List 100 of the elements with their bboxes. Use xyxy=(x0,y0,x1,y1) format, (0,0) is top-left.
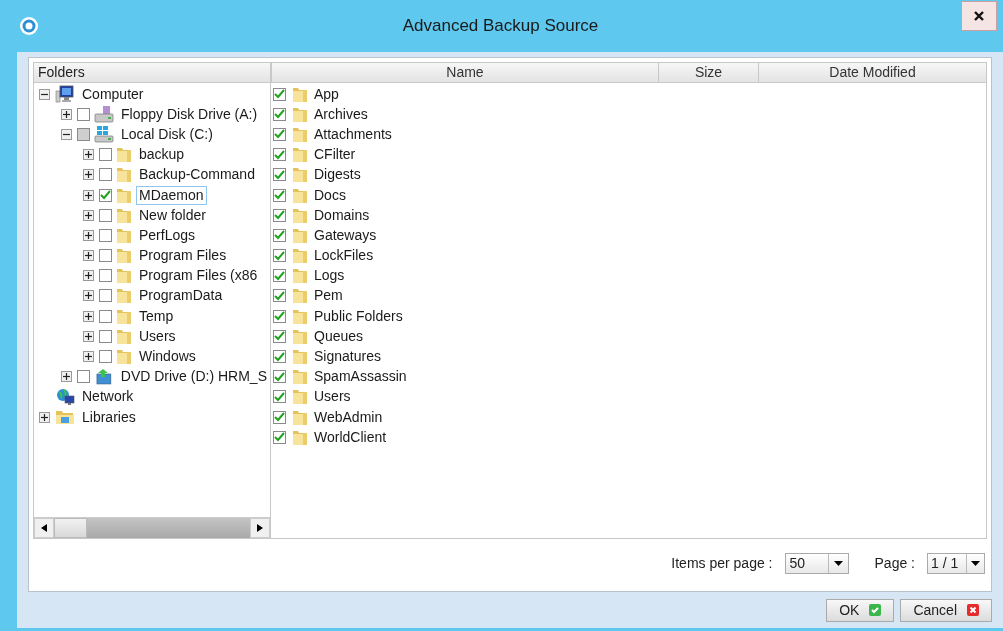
file-name[interactable]: Queues xyxy=(314,325,364,347)
tree-item[interactable]: Backup-Command xyxy=(136,165,258,185)
expand-toggle[interactable] xyxy=(83,270,94,282)
folder-icon xyxy=(292,85,308,103)
folder-icon xyxy=(292,408,308,426)
file-name[interactable]: Logs xyxy=(314,265,345,287)
expand-toggle[interactable] xyxy=(83,229,94,241)
expand-toggle[interactable] xyxy=(83,290,94,302)
checkbox[interactable] xyxy=(99,289,112,303)
file-name[interactable]: Users xyxy=(314,386,351,408)
file-name[interactable]: Domains xyxy=(314,204,370,226)
checkbox[interactable] xyxy=(77,107,90,121)
checkbox[interactable] xyxy=(273,269,286,283)
ok-button[interactable]: OK xyxy=(826,598,895,622)
checkbox[interactable] xyxy=(273,309,286,323)
tree-item[interactable]: Computer xyxy=(79,84,147,104)
scroll-left-button[interactable] xyxy=(34,518,54,538)
tree-item[interactable]: MDaemon xyxy=(136,185,207,205)
checkbox[interactable] xyxy=(273,370,286,384)
checkbox[interactable] xyxy=(99,208,112,222)
tree-item[interactable]: PerfLogs xyxy=(136,225,199,245)
checkbox[interactable] xyxy=(273,107,286,121)
tree-item[interactable]: Floppy Disk Drive (A:) xyxy=(118,104,261,124)
expand-toggle[interactable] xyxy=(61,371,72,383)
checkbox[interactable] xyxy=(99,269,112,283)
tree-item[interactable]: Local Disk (C:) xyxy=(118,124,216,144)
file-name[interactable]: Docs xyxy=(314,184,346,206)
checkbox[interactable] xyxy=(273,410,286,424)
expand-toggle[interactable] xyxy=(61,108,72,120)
checkbox[interactable] xyxy=(273,430,286,444)
tree-item[interactable]: DVD Drive (D:) HRM_S xyxy=(117,367,270,387)
column-header[interactable]: Date Modified xyxy=(829,62,916,83)
checkbox[interactable] xyxy=(99,228,112,242)
checkbox[interactable] xyxy=(77,370,90,384)
expand-toggle[interactable] xyxy=(83,250,94,262)
checkbox[interactable] xyxy=(99,309,112,323)
checkbox[interactable] xyxy=(99,249,112,263)
tree-item[interactable]: New folder xyxy=(136,205,209,225)
close-button[interactable] xyxy=(961,1,997,31)
scroll-right-button[interactable] xyxy=(250,518,270,538)
file-name[interactable]: Pem xyxy=(314,285,343,307)
expand-toggle[interactable] xyxy=(83,310,94,322)
checkbox[interactable] xyxy=(99,168,112,182)
expand-toggle[interactable] xyxy=(83,209,94,221)
file-name[interactable]: Signatures xyxy=(314,346,381,368)
file-name[interactable]: WorldClient xyxy=(314,426,387,448)
file-name[interactable]: Archives xyxy=(314,103,368,125)
checkbox[interactable] xyxy=(273,87,286,101)
checkbox[interactable] xyxy=(99,188,112,202)
page-dropdown[interactable]: 1 / 1 xyxy=(927,552,985,574)
checkbox[interactable] xyxy=(273,127,286,141)
checkbox[interactable] xyxy=(273,148,286,162)
checkbox[interactable] xyxy=(77,127,90,141)
checkbox[interactable] xyxy=(273,350,286,364)
checkbox[interactable] xyxy=(99,350,112,364)
checkbox[interactable] xyxy=(273,329,286,343)
file-name[interactable]: CFilter xyxy=(314,144,356,166)
checkbox[interactable] xyxy=(273,289,286,303)
column-header[interactable]: Size xyxy=(694,62,723,83)
folder-icon xyxy=(292,125,308,143)
expand-toggle[interactable] xyxy=(83,189,94,201)
tree-item[interactable]: backup xyxy=(136,145,188,165)
checkbox[interactable] xyxy=(273,228,286,242)
tree-item[interactable]: ProgramData xyxy=(136,286,226,306)
file-name[interactable]: SpamAssassin xyxy=(314,366,407,388)
checkbox[interactable] xyxy=(273,208,286,222)
tree-item[interactable]: Network xyxy=(79,387,137,407)
file-name[interactable]: Public Folders xyxy=(314,305,403,327)
file-name[interactable]: Attachments xyxy=(314,123,392,145)
expand-toggle[interactable] xyxy=(83,149,94,161)
tree-item[interactable]: Temp xyxy=(136,306,177,326)
column-header[interactable]: Name xyxy=(446,62,484,83)
cancel-button[interactable]: Cancel xyxy=(900,598,992,622)
expand-toggle[interactable] xyxy=(39,411,50,423)
file-name[interactable]: App xyxy=(314,83,339,105)
checkbox[interactable] xyxy=(273,249,286,263)
tree-item[interactable]: Users xyxy=(136,326,179,346)
expand-toggle[interactable] xyxy=(83,351,94,363)
checkbox[interactable] xyxy=(99,329,112,343)
items-per-page-dropdown[interactable]: 50 xyxy=(784,552,849,574)
file-name[interactable]: Digests xyxy=(314,164,361,186)
tree-item[interactable]: Libraries xyxy=(79,407,139,427)
close-icon xyxy=(967,604,979,616)
scrollbar-thumb[interactable] xyxy=(54,518,87,538)
file-name[interactable]: Gateways xyxy=(314,224,377,246)
collapse-toggle[interactable] xyxy=(61,128,72,140)
tree-item[interactable]: Program Files xyxy=(136,246,230,266)
checkbox[interactable] xyxy=(99,148,112,162)
checkbox[interactable] xyxy=(273,168,286,182)
checkbox[interactable] xyxy=(273,188,286,202)
tree-item[interactable]: Program Files (x86 xyxy=(136,266,261,286)
collapse-toggle[interactable] xyxy=(39,88,50,100)
expand-toggle[interactable] xyxy=(83,330,94,342)
file-name[interactable]: WebAdmin xyxy=(314,406,383,428)
expand-toggle[interactable] xyxy=(83,169,94,181)
checkbox[interactable] xyxy=(273,390,286,404)
file-name[interactable]: LockFiles xyxy=(314,245,374,267)
tree-item[interactable]: Windows xyxy=(136,347,199,367)
folder-icon xyxy=(116,146,132,164)
right-arrow-icon xyxy=(257,524,263,532)
